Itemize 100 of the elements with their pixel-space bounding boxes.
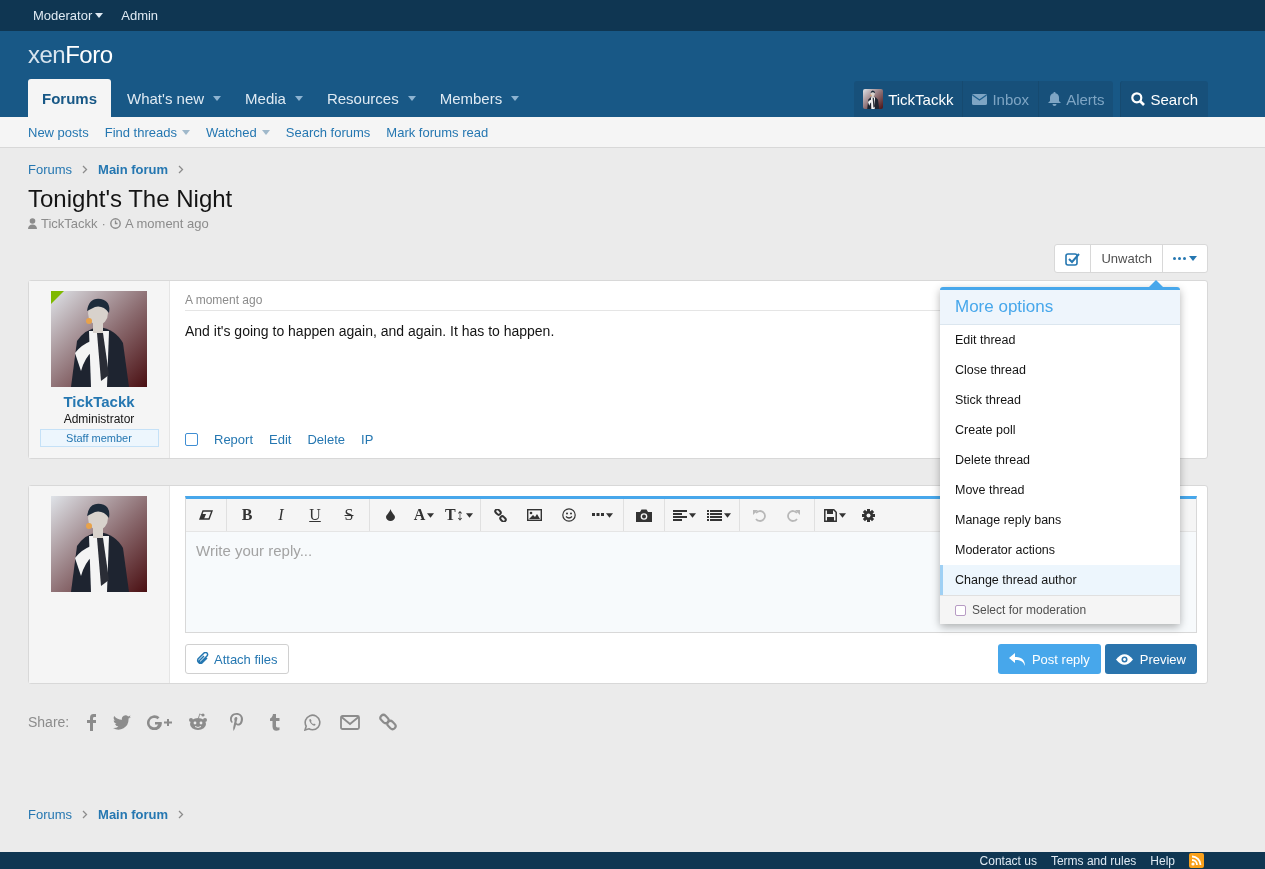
tumblr-icon[interactable] — [268, 713, 280, 731]
post-action-link[interactable]: Delete — [307, 431, 345, 447]
caret-icon — [95, 13, 104, 18]
menu-item[interactable]: Close thread — [937, 355, 1180, 385]
chevron-icon — [82, 809, 89, 819]
toolbar-button[interactable]: I — [264, 499, 298, 531]
breadcrumb-link[interactable]: Forums — [28, 806, 73, 822]
facebook-icon[interactable] — [86, 713, 96, 731]
attach-files-button[interactable]: Attach files — [185, 644, 289, 674]
eye-icon — [1115, 653, 1133, 665]
sub-nav-link[interactable]: Search forums — [285, 124, 371, 140]
footer-link[interactable]: Help — [1150, 853, 1175, 868]
menu-item[interactable]: Create poll — [937, 415, 1180, 445]
caret-icon — [606, 512, 614, 518]
username-link[interactable]: TickTackk — [63, 393, 135, 410]
clock-icon — [109, 218, 121, 229]
eraser-icon — [199, 510, 213, 520]
caret-icon — [838, 512, 846, 518]
toolbar-button[interactable]: B — [230, 499, 264, 531]
nav-tab[interactable]: Forums — [28, 79, 111, 117]
chevron-icon — [178, 164, 185, 174]
redo-icon — [787, 508, 801, 522]
list-icon — [706, 509, 722, 521]
twitter-icon[interactable] — [113, 714, 132, 730]
menu-item[interactable]: Move thread — [937, 475, 1180, 505]
breadcrumb-link[interactable]: Forums — [28, 161, 73, 177]
post-action-link[interactable]: Edit — [269, 431, 292, 447]
save-icon — [823, 508, 837, 522]
toolbar-button[interactable]: S — [332, 499, 366, 531]
top-bar-link[interactable]: Admin — [121, 8, 159, 23]
sub-nav-link[interactable]: New posts — [28, 124, 89, 140]
envelope-icon — [972, 93, 988, 105]
post-action-link[interactable]: IP — [361, 431, 374, 447]
pinterest-icon[interactable] — [229, 713, 243, 731]
search-icon — [1131, 92, 1146, 106]
caret-icon — [181, 129, 190, 135]
rss-icon[interactable] — [1189, 853, 1204, 868]
user-title: Administrator — [63, 412, 135, 426]
caret-icon — [689, 512, 697, 518]
sub-nav-link[interactable]: Watched — [205, 124, 270, 140]
breadcrumb-link[interactable]: Main forum — [98, 806, 169, 822]
caret-icon — [407, 95, 416, 101]
drop-icon — [385, 509, 395, 521]
mail-icon[interactable] — [340, 714, 361, 730]
preview-button[interactable]: Preview — [1104, 644, 1197, 674]
caret-icon — [427, 512, 435, 518]
footer-link[interactable]: Terms and rules — [1050, 853, 1137, 868]
menu-item[interactable]: Stick thread — [937, 385, 1180, 415]
menu-item[interactable]: Delete thread — [937, 445, 1180, 475]
caret-icon — [511, 95, 520, 101]
google-plus-icon[interactable] — [147, 714, 174, 730]
caret-icon — [213, 95, 222, 101]
bell-icon — [1048, 92, 1062, 106]
nav-tab[interactable]: What's new — [113, 79, 232, 117]
menu-item[interactable]: Moderator actions — [937, 535, 1180, 565]
caret-icon — [294, 95, 303, 101]
ellipsis-icon — [592, 513, 605, 517]
thread-title: Tonight's The Night — [28, 184, 234, 214]
toolbar-button[interactable]: A — [407, 499, 441, 531]
reply-icon — [1008, 652, 1025, 666]
caret-icon — [465, 512, 473, 518]
nav-tab[interactable]: Resources — [312, 79, 426, 117]
account-link[interactable]: TickTackk — [854, 81, 963, 117]
undo-icon — [753, 508, 767, 522]
reddit-icon[interactable] — [188, 713, 209, 731]
nav-tab[interactable]: Media — [231, 79, 313, 117]
whatsapp-icon[interactable] — [303, 713, 321, 731]
sub-nav-link[interactable]: Mark forums read — [386, 124, 489, 140]
chevron-icon — [178, 809, 185, 819]
menu-item[interactable]: Manage reply bans — [937, 505, 1180, 535]
menu-item[interactable]: Change thread author — [940, 565, 1180, 595]
link-icon — [494, 508, 508, 522]
smiley-icon — [561, 508, 576, 522]
paperclip-icon — [196, 652, 209, 666]
toolbar-button[interactable]: U — [298, 499, 332, 531]
sub-nav-link[interactable]: Find threads — [104, 124, 190, 140]
user-icon — [28, 218, 37, 229]
ellipsis-icon — [1173, 257, 1186, 260]
align-left-icon — [673, 509, 688, 521]
link-icon[interactable] — [379, 713, 398, 731]
camera-icon — [635, 508, 652, 522]
post-date-link[interactable]: A moment ago — [185, 293, 263, 307]
image-icon — [527, 509, 543, 521]
caret-icon — [261, 129, 270, 135]
post-action-link[interactable]: Report — [214, 431, 254, 447]
site-logo[interactable]: xenForo — [28, 31, 113, 79]
select-checkbox[interactable] — [185, 432, 198, 446]
toolbar-button[interactable]: T↕ — [441, 499, 477, 531]
menu-title: More options — [940, 290, 1180, 325]
chevron-icon — [82, 164, 89, 174]
caret-icon — [1189, 256, 1197, 261]
nav-tab[interactable]: Members — [425, 79, 530, 117]
menu-item[interactable]: Edit thread — [937, 325, 1180, 355]
footer-link[interactable]: Contact us — [979, 853, 1037, 868]
breadcrumb-link[interactable]: Main forum — [98, 161, 169, 177]
top-bar-link[interactable]: Moderator — [33, 8, 104, 23]
checkbox-icon — [1065, 251, 1081, 266]
settings-icon — [862, 508, 876, 522]
caret-icon — [723, 512, 731, 518]
search-button[interactable]: Search — [1120, 81, 1208, 117]
